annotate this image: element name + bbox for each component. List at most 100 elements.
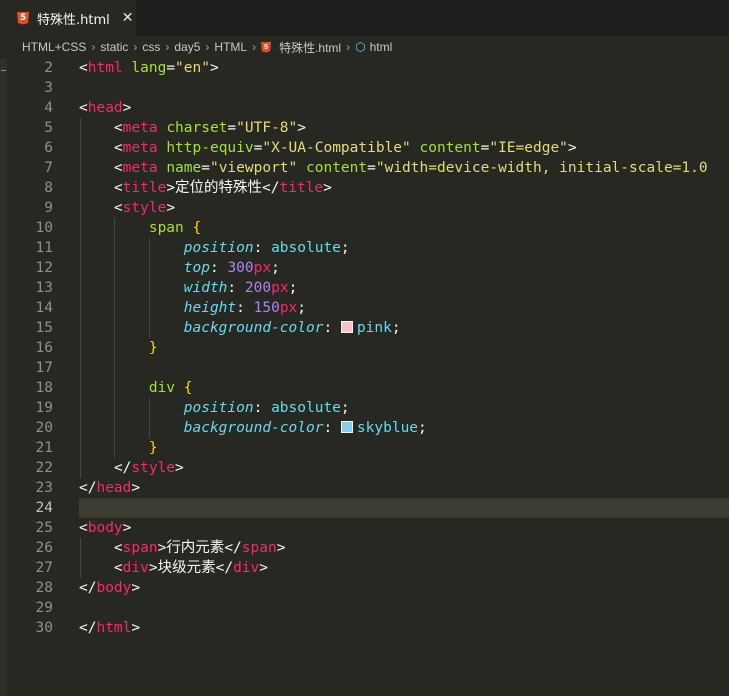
code-token: lang bbox=[131, 60, 167, 76]
code-line[interactable]: 18 div { bbox=[0, 378, 729, 398]
code-line[interactable]: 21 } bbox=[0, 438, 729, 458]
code-text: <html lang="en"> bbox=[79, 58, 219, 78]
code-line[interactable]: 7 <meta name="viewport" content="width=d… bbox=[0, 158, 729, 178]
code-token: < bbox=[79, 120, 123, 136]
code-line[interactable]: 29 bbox=[0, 598, 729, 618]
code-line[interactable]: 6 <meta http-equiv="X-UA-Compatible" con… bbox=[0, 138, 729, 158]
code-token: ; bbox=[418, 420, 427, 436]
code-line[interactable]: 23 </head> bbox=[0, 478, 729, 498]
code-token: > bbox=[148, 560, 158, 576]
code-token: ; bbox=[340, 240, 350, 256]
code-token: ; bbox=[288, 280, 298, 296]
line-number: 20 bbox=[35, 420, 53, 436]
tab-bar: 5 特殊性.html ✕ bbox=[0, 0, 729, 36]
code-line[interactable]: 17 bbox=[0, 358, 729, 378]
code-line[interactable]: 15 background-color: pink; bbox=[0, 318, 729, 338]
code-line[interactable]: 28 </body> bbox=[0, 578, 729, 598]
code-token: : bbox=[227, 280, 245, 296]
line-number: 3 bbox=[44, 80, 53, 96]
code-line[interactable]: 5 <meta charset="UTF-8"> bbox=[0, 118, 729, 138]
code-token: width bbox=[183, 280, 228, 296]
code-token: content bbox=[306, 160, 368, 176]
code-token: style bbox=[131, 460, 176, 476]
code-text: width: 200px; bbox=[79, 278, 298, 298]
code-token: < bbox=[79, 100, 88, 116]
breadcrumb-item[interactable]: css bbox=[142, 40, 160, 54]
breadcrumb-item[interactable]: day5 bbox=[174, 40, 200, 54]
breadcrumb-item[interactable]: HTML+CSS bbox=[22, 40, 86, 54]
code-line[interactable]: 14 height: 150px; bbox=[0, 298, 729, 318]
code-line[interactable]: 19 position: absolute; bbox=[0, 398, 729, 418]
code-line[interactable]: 2 <html lang="en"> bbox=[0, 58, 729, 78]
code-token: head bbox=[87, 100, 123, 116]
code-token: = bbox=[367, 160, 376, 176]
breadcrumb-separator: › bbox=[346, 40, 351, 54]
code-token: < bbox=[79, 160, 123, 176]
code-line[interactable]: 27 <div>块级元素</div> bbox=[0, 558, 729, 578]
code-token: < bbox=[79, 60, 88, 76]
code-token: 行内元素 bbox=[166, 540, 225, 556]
code-token: ; bbox=[391, 320, 401, 336]
breadcrumb-item[interactable]: 特殊性.html bbox=[279, 39, 341, 56]
code-token: meta bbox=[122, 160, 158, 176]
color-swatch-skyblue[interactable] bbox=[340, 421, 353, 433]
code-token: < bbox=[79, 520, 88, 536]
code-line[interactable]: 8 <title>定位的特殊性</title> bbox=[0, 178, 729, 198]
line-number: 4 bbox=[44, 100, 53, 116]
code-token: </ bbox=[79, 480, 97, 496]
close-icon[interactable]: ✕ bbox=[122, 10, 134, 26]
code-token: : bbox=[209, 260, 228, 276]
code-line[interactable]: 10 span { bbox=[0, 218, 729, 238]
code-line[interactable]: 26 <span>行内元素</span> bbox=[0, 538, 729, 558]
breadcrumb-separator: › bbox=[133, 40, 138, 54]
code-text: <title>定位的特殊性</title> bbox=[79, 178, 332, 198]
breadcrumb-item[interactable]: html bbox=[370, 40, 393, 54]
html5-icon: 5 bbox=[261, 41, 272, 53]
line-number: 2 bbox=[44, 60, 53, 76]
code-line[interactable]: 13 width: 200px; bbox=[0, 278, 729, 298]
code-token: </ bbox=[79, 620, 97, 636]
code-line[interactable]: 4 <head> bbox=[0, 98, 729, 118]
code-text: <head> bbox=[79, 98, 131, 118]
code-token: "UTF-8" bbox=[236, 120, 298, 136]
code-token: = bbox=[166, 60, 176, 76]
code-token: absolute bbox=[271, 400, 341, 416]
code-token: position bbox=[183, 400, 254, 416]
line-number: 12 bbox=[35, 260, 53, 276]
code-token: meta bbox=[122, 120, 158, 136]
code-token: > bbox=[157, 540, 167, 556]
code-token: px bbox=[253, 260, 272, 276]
code-text: <div>块级元素</div> bbox=[79, 558, 268, 578]
breadcrumb-item[interactable]: static bbox=[100, 40, 128, 54]
code-line[interactable]: 24 bbox=[0, 498, 729, 518]
code-token: ; bbox=[271, 260, 280, 276]
code-line[interactable]: 3 bbox=[0, 78, 729, 98]
code-line[interactable]: 11 position: absolute; bbox=[0, 238, 729, 258]
line-number: 16 bbox=[35, 340, 53, 356]
code-line[interactable]: 25 <body> bbox=[0, 518, 729, 538]
code-token: > bbox=[259, 560, 268, 576]
line-number: 9 bbox=[44, 200, 53, 216]
code-line[interactable]: 12 top: 300px; bbox=[0, 258, 729, 278]
breadcrumb-item[interactable]: HTML bbox=[214, 40, 247, 54]
code-line[interactable]: 30 </html> bbox=[0, 618, 729, 638]
code-line[interactable]: 9 <style> bbox=[0, 198, 729, 218]
breadcrumb: HTML+CSS › static › css › day5 › HTML › 5 特殊性.html ›… bbox=[0, 36, 729, 58]
code-line[interactable]: 22 </style> bbox=[0, 458, 729, 478]
indent-guide bbox=[79, 118, 81, 478]
code-token: content bbox=[419, 140, 481, 156]
code-line[interactable]: 16 } bbox=[0, 338, 729, 358]
code-token: span bbox=[241, 540, 277, 556]
code-token: < bbox=[79, 180, 123, 196]
code-token: : bbox=[323, 420, 341, 436]
code-token: < bbox=[79, 540, 123, 556]
color-swatch-pink[interactable] bbox=[340, 321, 353, 333]
code-token: { bbox=[183, 380, 193, 396]
tab-file[interactable]: 5 特殊性.html ✕ bbox=[0, 0, 136, 36]
code-token: > bbox=[122, 520, 132, 536]
code-editor[interactable]: 2 <html lang="en"> 3 4 <head> 5 <meta charset… bbox=[0, 58, 729, 696]
line-number: 17 bbox=[35, 360, 53, 376]
code-token: ; bbox=[340, 400, 350, 416]
code-line[interactable]: 20 background-color: skyblue; bbox=[0, 418, 729, 438]
